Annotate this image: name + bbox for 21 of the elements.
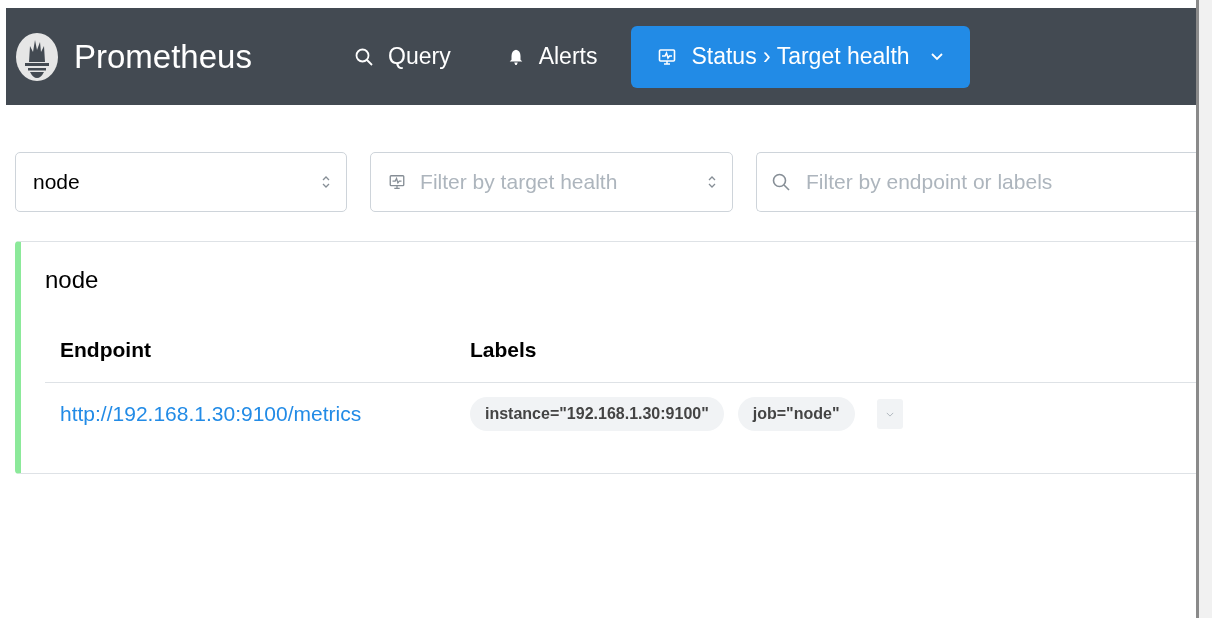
search-icon (354, 46, 374, 67)
nav-tab[interactable]: Status › Target health (631, 25, 970, 88)
pool-title: node (45, 266, 100, 294)
scrollbar[interactable] (1196, 0, 1212, 618)
sort-arrows-icon (321, 174, 332, 190)
flame-logo-icon (15, 31, 59, 82)
column-header: Labels (470, 338, 537, 362)
endpoint-link[interactable]: http://192.168.1.30:9100/metrics (60, 402, 362, 425)
sort-arrows-icon (707, 174, 717, 190)
label-badge: job="node" (737, 397, 855, 431)
app-title: Prometheus (74, 37, 252, 76)
column-header: Endpoint (60, 338, 152, 362)
search-field[interactable]: Filter by endpoint or labels (756, 152, 1196, 212)
nav-tab[interactable]: Query (332, 25, 473, 88)
chevron-down-icon (885, 411, 894, 417)
monitor-icon (657, 46, 678, 67)
label-badge: instance="192.168.1.30:9100" (470, 397, 724, 431)
search-icon (771, 172, 791, 192)
nav-tab[interactable]: Alerts (484, 25, 620, 88)
pool-select[interactable]: node (15, 152, 348, 212)
monitor-icon (388, 173, 407, 191)
